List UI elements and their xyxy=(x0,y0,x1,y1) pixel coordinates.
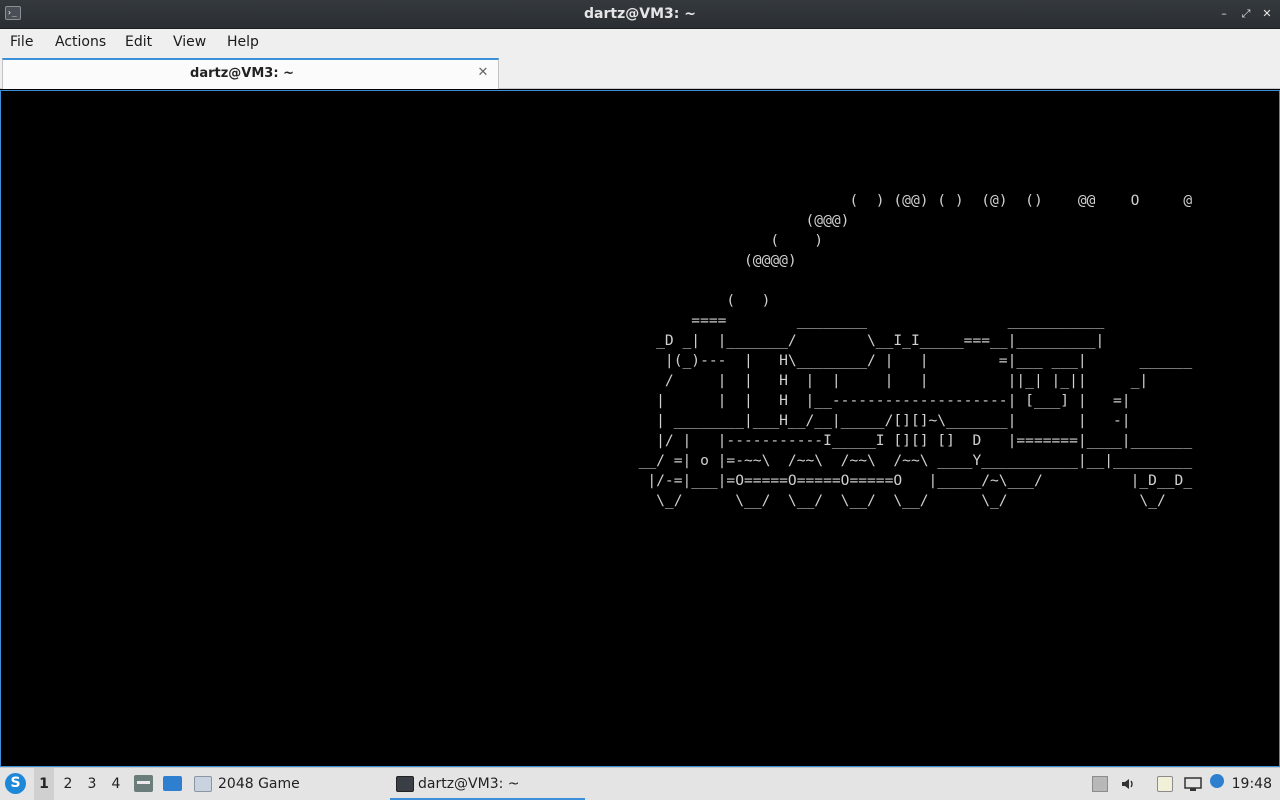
maximize-button[interactable]: ⤢ xyxy=(1238,5,1254,23)
window-icon xyxy=(194,776,212,792)
window-title: dartz@VM3: ~ xyxy=(584,6,696,22)
minimize-button[interactable]: – xyxy=(1216,5,1232,23)
desktop-switch-1[interactable]: 1 xyxy=(34,768,54,800)
clipboard-icon[interactable] xyxy=(1157,776,1173,792)
task-button-terminal[interactable]: dartz@VM3: ~ xyxy=(390,768,585,800)
window-titlebar[interactable]: ›_ dartz@VM3: ~ – ⤢ ✕ xyxy=(0,0,1280,29)
terminal-area[interactable]: ( ) (@@) ( ) (@) () @@ O @ (@@@) ( ) (@@… xyxy=(0,90,1280,767)
eject-icon[interactable] xyxy=(1092,776,1108,792)
sl-train-ascii-art: ( ) (@@) ( ) (@) () @@ O @ (@@@) ( ) (@@… xyxy=(638,192,1193,509)
update-notifier-icon[interactable] xyxy=(1210,774,1224,788)
tab-label: dartz@VM3: ~ xyxy=(190,66,294,81)
taskbar: S 1 2 3 4 2048 Game dartz@VM3: ~ 19:48 xyxy=(0,767,1280,800)
task-label: 2048 Game xyxy=(218,776,300,792)
tab-close-icon[interactable]: ✕ xyxy=(476,63,490,83)
terminal-icon xyxy=(396,776,414,792)
menubar: File Actions Edit View Help xyxy=(0,29,1280,56)
menu-file[interactable]: File xyxy=(10,29,33,56)
tab-bar: dartz@VM3: ~ ✕ xyxy=(0,56,1280,89)
desktop-switch-4[interactable]: 4 xyxy=(106,768,126,800)
tab-terminal[interactable]: dartz@VM3: ~ ✕ xyxy=(2,58,499,89)
file-manager-icon[interactable] xyxy=(134,775,153,792)
desktop-switch-2[interactable]: 2 xyxy=(58,768,78,800)
clock[interactable]: 19:48 xyxy=(1232,768,1272,800)
menu-actions[interactable]: Actions xyxy=(55,29,106,56)
network-icon[interactable] xyxy=(1184,776,1202,792)
desktop-switch-3[interactable]: 3 xyxy=(82,768,102,800)
menu-edit[interactable]: Edit xyxy=(125,29,152,56)
menu-help[interactable]: Help xyxy=(227,29,259,56)
close-window-button[interactable]: ✕ xyxy=(1259,5,1275,23)
task-label: dartz@VM3: ~ xyxy=(418,776,520,792)
start-menu-icon[interactable]: S xyxy=(5,773,26,794)
menu-view[interactable]: View xyxy=(173,29,206,56)
show-desktop-icon[interactable] xyxy=(163,776,182,791)
task-button-2048-game[interactable]: 2048 Game xyxy=(194,768,379,800)
volume-icon[interactable] xyxy=(1120,776,1136,792)
